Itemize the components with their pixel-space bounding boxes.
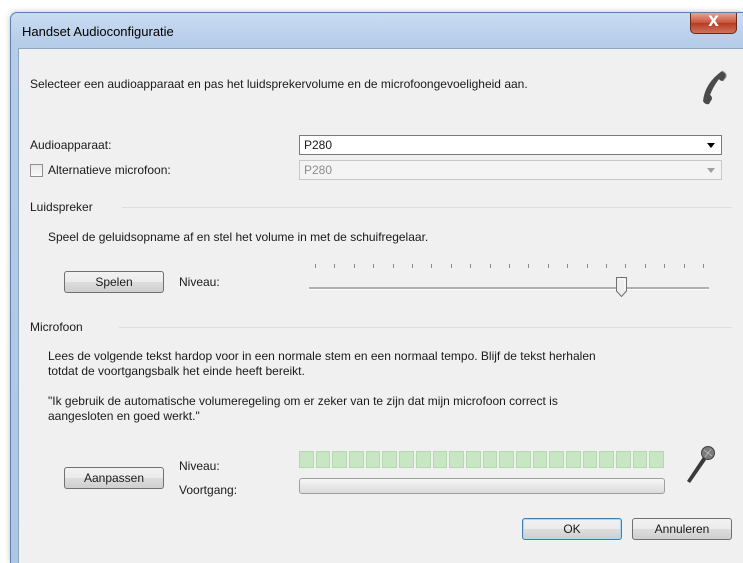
level-segment (582, 451, 598, 468)
volume-tick (664, 264, 666, 268)
level-segment (482, 451, 498, 468)
level-segment (332, 451, 348, 468)
mic-level-meter (299, 451, 665, 468)
volume-tick (392, 264, 394, 268)
window-title: Handset Audioconfiguratie (22, 24, 174, 39)
adjust-button[interactable]: Aanpassen (64, 467, 164, 489)
level-segment (399, 451, 414, 468)
mic-progress-label: Voortgang: (179, 483, 238, 497)
play-button[interactable]: Spelen (64, 271, 164, 293)
level-segment (365, 451, 381, 468)
level-segment (532, 451, 548, 468)
volume-tick (489, 264, 491, 268)
level-segment (515, 451, 531, 468)
mic-progress-bar (299, 478, 665, 494)
chevron-down-icon (707, 168, 715, 173)
level-segment (566, 451, 581, 468)
audio-device-label: Audioapparaat: (30, 138, 112, 152)
volume-tick (625, 264, 627, 268)
microphone-group-label: Microfoon (30, 320, 83, 334)
speaker-group-label: Luidspreker (30, 200, 93, 214)
microphone-group-divider (119, 327, 732, 328)
volume-slider-track[interactable] (309, 287, 709, 290)
volume-tick (528, 264, 530, 268)
level-segment (632, 451, 648, 468)
volume-tick (509, 264, 510, 268)
speaker-group-divider (122, 207, 732, 208)
level-segment (415, 451, 431, 468)
level-segment (382, 451, 398, 468)
volume-tick (547, 264, 549, 268)
ok-button[interactable]: OK (522, 518, 622, 540)
alt-mic-value: P280 (304, 163, 333, 177)
volume-tick (373, 264, 375, 268)
close-button[interactable]: X (690, 13, 737, 34)
cancel-button[interactable]: Annuleren (632, 518, 732, 540)
level-segment (649, 451, 665, 468)
chevron-down-icon (707, 143, 715, 148)
level-segment (599, 451, 615, 468)
mic-quote-line1: "Ik gebruik de automatische volumeregeli… (48, 394, 558, 408)
intro-text: Selecteer een audioapparaat en pas het l… (30, 77, 528, 91)
mic-quote-line2: aangesloten en goed werkt." (48, 409, 200, 423)
level-segment (465, 451, 481, 468)
volume-tick (334, 264, 336, 268)
volume-tick (606, 264, 607, 268)
phone-handset-icon (703, 70, 727, 105)
volume-slider-thumb[interactable] (616, 277, 627, 297)
volume-tick (315, 264, 316, 268)
level-segment (549, 451, 564, 468)
volume-tick (353, 264, 355, 268)
level-segment (299, 451, 314, 468)
mic-level-label: Niveau: (179, 459, 220, 473)
alt-mic-select: P280 (299, 160, 722, 180)
volume-tick (586, 264, 588, 268)
level-segment (616, 451, 631, 468)
alt-mic-label: Alternatieve microfoon: (48, 163, 171, 177)
level-segment (499, 451, 514, 468)
level-segment (315, 451, 331, 468)
mic-instructions-line1: Lees de volgende tekst hardop voor in ee… (48, 349, 596, 363)
volume-tick (683, 264, 685, 268)
audio-device-value: P280 (304, 138, 333, 152)
volume-tick (703, 264, 704, 268)
level-segment (349, 451, 364, 468)
speaker-instructions: Speel de geluidsopname af en stel het vo… (48, 230, 429, 244)
volume-tick (431, 264, 433, 268)
volume-tick (470, 264, 472, 268)
volume-tick (412, 264, 413, 268)
microphone-icon (687, 446, 715, 483)
speaker-level-label: Niveau: (179, 275, 220, 289)
volume-tick (644, 264, 646, 268)
audio-device-select[interactable]: P280 (299, 135, 722, 155)
mic-instructions-line2: totdat de voortgangsbalk het einde heeft… (48, 364, 305, 378)
volume-tick (450, 264, 452, 268)
dialog-body: Selecteer een audioapparaat en pas het l… (18, 48, 743, 563)
level-segment (432, 451, 448, 468)
alt-mic-checkbox[interactable] (30, 164, 43, 177)
level-segment (449, 451, 464, 468)
volume-tick (567, 264, 569, 268)
